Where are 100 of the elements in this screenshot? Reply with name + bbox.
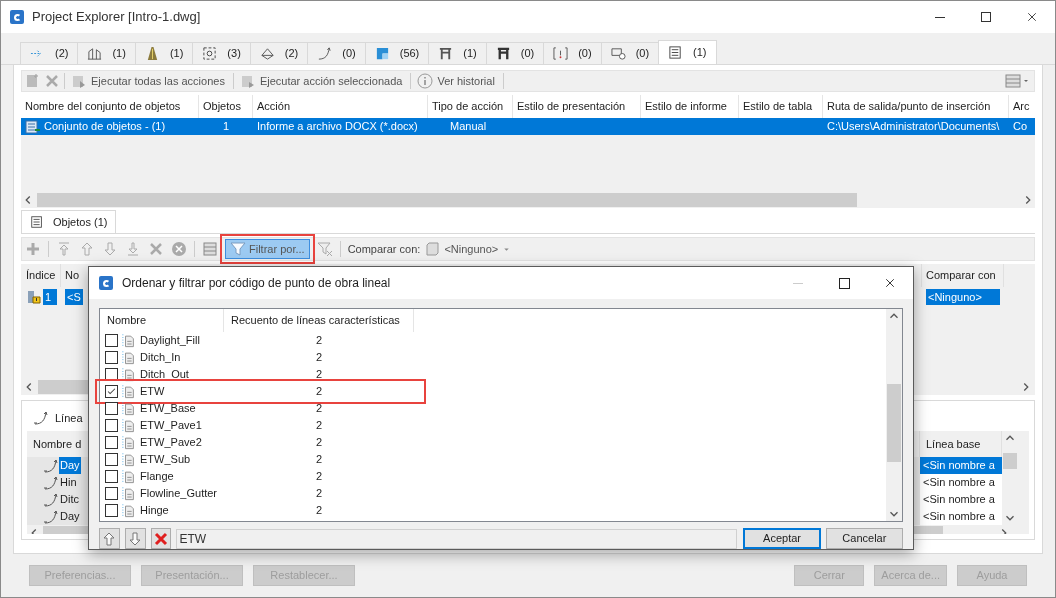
table-cell-text: Conjunto de objetos - (1) [44,119,166,135]
panel-title: Línea [55,410,83,426]
column-header[interactable]: Comparar con [922,264,1004,287]
column-header[interactable]: Nombre [100,309,224,332]
scrollbar-thumb[interactable] [1003,453,1017,469]
toolbar-button[interactable]: Ejecutar todas las acciones [69,71,227,91]
checkbox[interactable] [105,453,118,466]
move-down-button[interactable] [124,528,146,549]
compare-dropdown[interactable]: <Ninguno> [424,240,512,258]
list-item[interactable]: ETW_Pave1 2 [100,417,886,434]
grid-icon [1005,73,1021,89]
table-cell-text: 2 [315,401,323,417]
gate-icon [438,46,454,61]
list-item[interactable]: ETW 2 [100,383,886,400]
table-cell: <Sin nombre a [920,474,1002,491]
table-cell-text: Co [1013,119,1028,135]
document-icon [122,452,136,467]
frame-circle-icon [610,46,626,61]
scrollbar-thumb[interactable] [887,384,901,462]
checkbox[interactable] [105,334,118,347]
dialog-button[interactable]: Cancelar [825,528,903,549]
table-cell: <Sin nombre a [920,508,1002,525]
checkbox[interactable] [105,385,118,398]
list-item[interactable]: Flange 2 [100,468,886,485]
toolbar-button[interactable]: Ver historial [415,71,497,91]
table-cell-text: Flange [140,469,174,485]
table-cell-text: C:\Users\Administrator\Documents\ [827,119,1000,135]
table-cell-text: ETW_Pave1 [140,418,202,434]
move-up-button[interactable] [99,528,120,549]
document-icon [122,367,136,382]
tab[interactable]: Objetos (1) [21,210,117,233]
table-cell: Day [59,457,81,474]
tab[interactable]: (1) [658,40,717,64]
clear-icon [171,241,187,257]
table-cell-text: Hin [59,475,78,491]
clear-filter-icon [316,241,333,257]
delete-icon [44,73,60,89]
list-item[interactable]: Daylight_Fill 2 [100,332,886,349]
document-icon [122,435,136,450]
tab[interactable]: (2) [20,42,79,64]
checkbox[interactable] [105,402,118,415]
move-down-icon [102,241,118,257]
list-item[interactable]: Flowline_Gutter 2 [100,485,886,502]
move-top-icon [56,241,72,257]
curve-arrow-icon [43,474,59,491]
table-cell-text: 2 [315,367,323,383]
table-cell-text: Manual [450,119,487,135]
app-logo-icon [99,276,113,290]
table-cell-text: ETW_Pave2 [140,435,202,451]
list-item[interactable]: ETW_Base 2 [100,400,886,417]
delete-icon [153,530,170,547]
list-item[interactable]: ETW_Sub 2 [100,451,886,468]
table-cell-text: 2 [315,418,323,434]
dialog-title: Ordenar y filtrar por código de punto de obra lineal [122,275,391,292]
document-icon [122,333,136,348]
delete-button[interactable] [150,528,172,549]
list-document-icon [25,118,41,135]
info-icon [417,73,434,89]
column-header[interactable]: Recuento de líneas características [224,309,414,332]
list-item[interactable]: Ditch_In 2 [100,349,886,366]
list-item[interactable]: ETW_Pave2 2 [100,434,886,451]
document-icon [122,486,136,501]
run-all-icon [71,73,87,89]
document-icon [122,401,136,416]
bracket-icon [553,46,569,61]
curve-arrow-icon [33,410,49,426]
checkbox[interactable] [105,487,118,500]
checkbox[interactable] [105,470,118,483]
close-icon [1026,11,1038,23]
table-cell-text: 2 [315,384,323,400]
curve-arrow-icon [43,457,59,474]
document-icon [122,503,136,518]
curve-arrow-icon [317,46,333,61]
gate-icon [495,46,511,61]
checkbox[interactable] [105,351,118,364]
column-header[interactable]: Índice [22,264,61,287]
table-cell-text: Ditch_In [140,350,181,366]
list-item[interactable]: Hinge 2 [100,502,886,519]
table-cell-text: Flowline_Gutter [140,486,218,502]
table-cell-text: Informe a archivo DOCX (*.docx) [257,119,418,135]
curve-arrow-icon [43,491,59,508]
scrollbar-thumb[interactable] [37,193,857,207]
filter-field[interactable]: ETW [176,528,738,549]
document-icon [122,418,136,433]
window-title: Project Explorer [Intro-1.dwg] [32,8,201,27]
checkbox[interactable] [105,436,118,449]
curve-arrow-icon [43,508,59,525]
toolbar-button[interactable]: Ejecutar acción seleccionada [237,71,405,91]
table-cell-text: Daylight_Fill [140,333,200,349]
checkbox[interactable] [105,504,118,517]
grid-icon [202,241,218,257]
table-cell-text: Hinge [140,503,169,519]
scrollbar-track[interactable] [886,309,902,521]
table-cell-text: 2 [315,469,323,485]
dialog-button[interactable]: Aceptar [743,528,821,549]
table-row[interactable]: Conjunto de objetos - (1) 1 Informe a archivo DOCX (*.docx) Manual C:\Users\Administrator\Documents\ Co [21,118,1035,135]
filter-button[interactable]: Filtrar por... [225,239,310,259]
checkbox[interactable] [105,419,118,432]
document-icon [122,384,136,399]
table-cell: <Sin nombre a [920,457,1002,474]
